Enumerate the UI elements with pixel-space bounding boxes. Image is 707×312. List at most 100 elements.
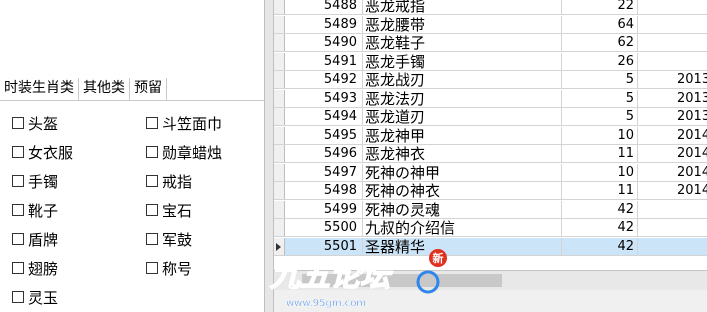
cell-value[interactable]: 26 (562, 52, 638, 70)
cell-value[interactable]: 62 (562, 34, 638, 51)
cell-extra[interactable] (637, 201, 707, 218)
cell-extra[interactable]: 2013 (637, 71, 707, 88)
category-checkbox[interactable]: 称号 (146, 258, 192, 278)
cell-value[interactable]: 64 (562, 15, 638, 33)
checkbox-box[interactable] (146, 175, 158, 187)
cell-value[interactable]: 42 (562, 237, 638, 255)
cell-value[interactable]: 22 (562, 0, 638, 14)
tab-reserved[interactable]: 预留 (130, 78, 167, 100)
cell-extra[interactable] (637, 219, 707, 236)
cell-extra[interactable]: 2014 (637, 164, 707, 181)
category-checkbox[interactable]: 宝石 (146, 200, 192, 220)
cell-id[interactable]: 5491 (284, 52, 363, 70)
table-row[interactable]: 5495 恶龙神甲 10 2014 (274, 126, 707, 145)
checkbox-box[interactable] (12, 117, 24, 129)
checkbox-box[interactable] (146, 262, 158, 274)
category-checkbox[interactable]: 头盔 (12, 113, 58, 133)
category-checkbox[interactable]: 斗笠面巾 (146, 113, 222, 133)
cell-value[interactable]: 42 (562, 219, 638, 236)
cell-extra[interactable] (637, 238, 707, 255)
cell-id[interactable]: 5492 (284, 71, 363, 88)
cell-extra[interactable] (637, 53, 707, 70)
cell-name[interactable]: 恶龙道刃 (362, 108, 562, 125)
scrollbar-thumb[interactable] (302, 274, 502, 287)
cell-extra[interactable] (637, 16, 707, 33)
cell-id[interactable]: 5497 (284, 163, 363, 181)
table-row[interactable]: 5493 恶龙法刃 5 2013 (274, 89, 707, 108)
cell-id[interactable]: 5494 (284, 108, 363, 125)
cell-extra[interactable]: 2013 (637, 90, 707, 107)
checkbox-box[interactable] (12, 146, 24, 158)
tab-fashion-zodiac[interactable]: 时装生肖类 (0, 78, 79, 100)
cell-id[interactable]: 5495 (284, 126, 363, 144)
cell-name[interactable]: 恶龙战刃 (362, 71, 562, 88)
table-row[interactable]: 5496 恶龙神衣 11 2014 (274, 145, 707, 163)
category-checkbox[interactable]: 盾牌 (12, 229, 58, 249)
cell-name[interactable]: 死神の神甲 (362, 163, 562, 181)
category-checkbox[interactable]: 翅膀 (12, 258, 58, 278)
cell-id[interactable]: 5496 (284, 145, 363, 162)
cell-name[interactable]: 恶龙鞋子 (362, 34, 562, 51)
cell-extra[interactable]: 2014 (637, 182, 707, 199)
cell-name[interactable]: 死神の灵魂 (362, 200, 562, 218)
cell-extra[interactable]: 2014 (637, 145, 707, 162)
cell-value[interactable]: 11 (562, 145, 638, 162)
horizontal-scrollbar[interactable] (274, 270, 707, 291)
cell-value[interactable]: 5 (562, 71, 638, 88)
checkbox-box[interactable] (12, 291, 24, 303)
checkbox-box[interactable] (146, 146, 158, 158)
cell-value[interactable]: 42 (562, 200, 638, 218)
cell-value[interactable]: 11 (562, 182, 638, 199)
cell-name[interactable]: 恶龙法刃 (362, 89, 562, 107)
cell-value[interactable]: 5 (562, 108, 638, 125)
cell-id[interactable]: 5493 (284, 89, 363, 107)
checkbox-box[interactable] (12, 233, 24, 245)
table-row[interactable]: 5501 圣器精华 42 (274, 237, 707, 256)
cell-name[interactable]: 圣器精华 (362, 237, 562, 255)
category-checkbox[interactable]: 灵玉 (12, 287, 58, 307)
cell-name[interactable]: 恶龙戒指 (362, 0, 562, 14)
checkbox-box[interactable] (12, 262, 24, 274)
table-row[interactable]: 5494 恶龙道刃 5 2013 (274, 108, 707, 126)
cell-name[interactable]: 死神の神衣 (362, 182, 562, 199)
table-row[interactable]: 5492 恶龙战刃 5 2013 (274, 71, 707, 89)
cell-extra[interactable] (637, 0, 707, 14)
table-row[interactable]: 5490 恶龙鞋子 62 (274, 34, 707, 52)
table-row[interactable]: 5498 死神の神衣 11 2014 (274, 182, 707, 200)
cell-value[interactable]: 10 (562, 163, 638, 181)
tab-other[interactable]: 其他类 (79, 78, 130, 100)
checkbox-box[interactable] (146, 204, 158, 216)
cell-id[interactable]: 5499 (284, 200, 363, 218)
table-row[interactable]: 5499 死神の灵魂 42 (274, 200, 707, 219)
table-row[interactable]: 5500 九叔的介绍信 42 (274, 219, 707, 237)
cell-id[interactable]: 5488 (284, 0, 363, 14)
cell-name[interactable]: 九叔的介绍信 (362, 219, 562, 236)
category-checkbox[interactable]: 靴子 (12, 200, 58, 220)
panel-splitter[interactable] (264, 0, 274, 312)
cell-name[interactable]: 恶龙手镯 (362, 52, 562, 70)
cell-id[interactable]: 5500 (284, 219, 363, 236)
cell-name[interactable]: 恶龙神衣 (362, 145, 562, 162)
category-checkbox[interactable]: 军鼓 (146, 229, 192, 249)
category-checkbox[interactable]: 勋章蜡烛 (146, 142, 222, 162)
cell-extra[interactable]: 2013 (637, 108, 707, 125)
category-checkbox[interactable]: 女衣服 (12, 142, 73, 162)
cell-id[interactable]: 5489 (284, 15, 363, 33)
cell-value[interactable]: 5 (562, 89, 638, 107)
table-row[interactable]: 5488 恶龙戒指 22 (274, 0, 707, 15)
category-checkbox[interactable]: 戒指 (146, 171, 192, 191)
cell-name[interactable]: 恶龙腰带 (362, 15, 562, 33)
checkbox-box[interactable] (146, 117, 158, 129)
checkbox-box[interactable] (12, 204, 24, 216)
table-row[interactable]: 5497 死神の神甲 10 2014 (274, 163, 707, 182)
cell-extra[interactable] (637, 34, 707, 51)
category-checkbox[interactable]: 手镯 (12, 171, 58, 191)
checkbox-box[interactable] (12, 175, 24, 187)
cell-extra[interactable]: 2014 (637, 127, 707, 144)
table-row[interactable]: 5491 恶龙手镯 26 (274, 52, 707, 71)
checkbox-box[interactable] (146, 233, 158, 245)
table-row[interactable]: 5489 恶龙腰带 64 (274, 15, 707, 34)
cell-id[interactable]: 5490 (284, 34, 363, 51)
cell-id[interactable]: 5501 (284, 237, 363, 255)
cell-id[interactable]: 5498 (284, 182, 363, 199)
